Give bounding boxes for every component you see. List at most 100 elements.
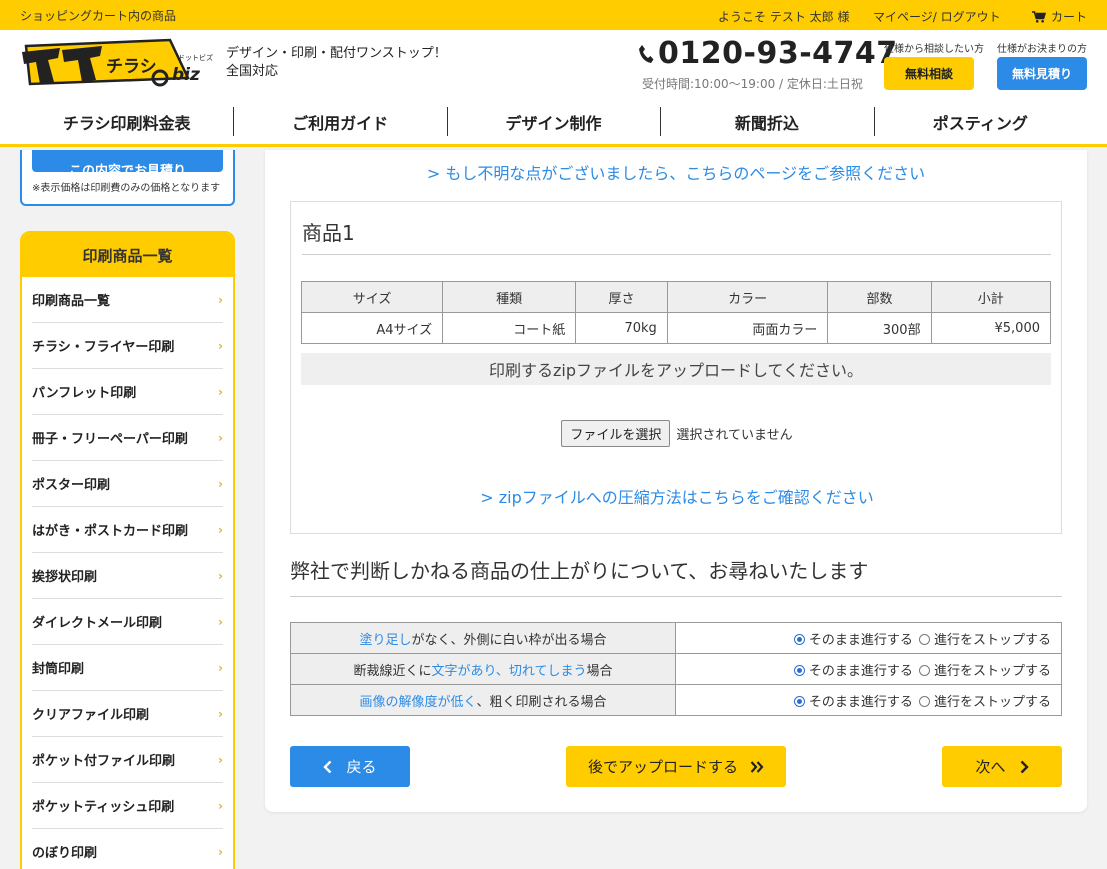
sidebar-item-flyer[interactable]: チラシ・フライヤー印刷 › [32, 323, 223, 369]
site-header: チラシ biz ドットビズ デザイン・印刷・配付ワンストップ！ 全国対応 012… [0, 30, 1107, 100]
chevron-right-icon: › [218, 660, 223, 675]
price-note: ※表示価格は印刷費のみの価格となります [32, 183, 221, 194]
chevron-right-icon: › [218, 798, 223, 813]
product-box: 商品1 サイズ 種類 厚さ カラー 部数 小計 A4サイズ コート紙 70kg … [290, 201, 1062, 534]
free-consult-button[interactable]: 無料相談 [884, 57, 974, 90]
main-content: > もし不明な点がございましたら、こちらのページをご参照ください 商品1 サイズ… [265, 150, 1087, 812]
svg-text:ドットビズ: ドットビズ [178, 53, 213, 62]
table-cell: 70kg [575, 312, 668, 344]
question-text: 画像の解像度が低く、粗く印刷される場合 [290, 684, 676, 716]
spec-table: サイズ 種類 厚さ カラー 部数 小計 A4サイズ コート紙 70kg 両面カラ… [300, 281, 1052, 344]
table-row: 塗り足しがなく、外側に白い枠が出る場合 そのまま進行する 進行をストップする [290, 622, 1062, 654]
question-text-post: 、粗く印刷される場合 [476, 694, 607, 710]
table-row: 断裁線近くに文字があり、切れてしまう場合 そのまま進行する 進行をストップする [290, 653, 1062, 685]
sidebar-item-label: 印刷商品一覧 [32, 294, 111, 309]
sidebar-item-clear-file[interactable]: クリアファイル印刷 › [32, 691, 223, 737]
chevron-right-icon: › [218, 384, 223, 399]
table-cell: A4サイズ [300, 312, 444, 344]
sidebar-item-postcard[interactable]: はがき・ポストカード印刷 › [32, 507, 223, 553]
nav-item-newspaper-insert[interactable]: 新聞折込 [660, 100, 873, 144]
sidebar-item-pocket-file[interactable]: ポケット付ファイル印刷 › [32, 737, 223, 783]
sidebar-estimate-box: この内容でお見積り ※表示価格は印刷費のみの価格となります [20, 150, 235, 206]
nav-item-design[interactable]: デザイン制作 [446, 100, 660, 144]
question-options: そのまま進行する 進行をストップする [675, 622, 1062, 654]
estimate-button[interactable]: この内容でお見積り [32, 150, 223, 172]
top-bar: ショッピングカート内の商品 ようこそ テスト 太郎 様 マイページ/ ログアウト… [0, 0, 1107, 30]
zip-guide-link[interactable]: > zipファイルへの圧縮方法はこちらをご確認ください [291, 484, 1063, 508]
nav-item-price-table[interactable]: チラシ印刷料金表 [20, 100, 233, 144]
sidebar-item-pamphlet[interactable]: パンフレット印刷 › [32, 369, 223, 415]
table-header-row: サイズ 種類 厚さ カラー 部数 小計 [300, 281, 1052, 313]
file-status: 選択されていません [676, 428, 793, 443]
question-options: そのまま進行する 進行をストップする [675, 653, 1062, 685]
cart-label: カート [1051, 10, 1088, 24]
chevron-right-icon: › [218, 614, 223, 629]
question-text: 塗り足しがなく、外側に白い枠が出る場合 [290, 622, 676, 654]
next-button-label: 次へ [975, 758, 1006, 776]
chevron-left-icon [323, 760, 332, 773]
sidebar-item-direct-mail[interactable]: ダイレクトメール印刷 › [32, 599, 223, 645]
sidebar-list: 印刷商品一覧 › チラシ・フライヤー印刷 › パンフレット印刷 › 冊子・フリーペーパ… [22, 277, 233, 869]
table-header-cell: 小計 [930, 281, 1052, 313]
question-text: 断裁線近くに文字があり、切れてしまう場合 [290, 653, 676, 685]
question-text-pre: 断裁線近くに [353, 663, 432, 679]
sidebar-item-banner-flag[interactable]: のぼり印刷 › [32, 829, 223, 869]
chevron-right-icon [1020, 760, 1029, 773]
divider [302, 254, 1051, 255]
chevron-right-icon: › [218, 476, 223, 491]
sidebar-item-all-products[interactable]: 印刷商品一覧 › [32, 277, 223, 323]
sidebar-item-label: ダイレクトメール印刷 [32, 616, 163, 631]
sidebar-heading: 印刷商品一覧 [22, 233, 233, 277]
question-highlight-link[interactable]: 画像の解像度が低く [359, 695, 476, 710]
sidebar-item-pocket-tissue[interactable]: ポケットティッシュ印刷 › [32, 783, 223, 829]
stop-label: 進行をストップする [933, 663, 1051, 679]
sidebar-item-envelope[interactable]: 封筒印刷 › [32, 645, 223, 691]
sidebar-item-booklet[interactable]: 冊子・フリーペーパー印刷 › [32, 415, 223, 461]
table-row: A4サイズ コート紙 70kg 両面カラー 300部 ¥5,000 [300, 312, 1052, 344]
nav-item-guide[interactable]: ご利用ガイド [233, 100, 446, 144]
table-cell: 300部 [827, 312, 932, 344]
next-button[interactable]: 次へ [942, 746, 1062, 787]
estimate-button-label: この内容でお見積り [68, 164, 186, 172]
sidebar-item-label: ポケット付ファイル印刷 [32, 754, 176, 769]
phone-number-text: 0120-93-4747 [658, 36, 898, 71]
sidebar-item-label: クリアファイル印刷 [32, 708, 150, 723]
chevron-right-icon: › [218, 706, 223, 721]
table-cell: 両面カラー [666, 312, 829, 344]
chevron-right-icon: › [218, 522, 223, 537]
help-page-link[interactable]: > もし不明な点がございましたら、こちらのページをご参照ください [265, 160, 1087, 184]
upload-later-button[interactable]: 後でアップロードする [566, 746, 786, 787]
file-input: ファイルを選択 選択されていません [291, 420, 1063, 447]
continue-radio[interactable] [793, 695, 805, 707]
sidebar-item-greeting-card[interactable]: 挨拶状印刷 › [32, 553, 223, 599]
phone-number[interactable]: 0120-93-4747 [638, 36, 898, 71]
question-text-post: 場合 [586, 663, 613, 679]
site-logo[interactable]: チラシ biz ドットビズ [20, 38, 218, 90]
continue-radio[interactable] [793, 664, 805, 676]
table-header-cell: サイズ [300, 281, 444, 313]
sidebar-item-label: チラシ・フライヤー印刷 [32, 340, 175, 355]
table-cell: ¥5,000 [930, 312, 1052, 344]
mypage-logout-link[interactable]: マイページ/ ログアウト [873, 8, 1001, 25]
upload-later-label: 後でアップロードする [587, 758, 738, 776]
back-button[interactable]: 戻る [290, 746, 410, 787]
question-highlight-link[interactable]: 塗り足し [359, 633, 411, 648]
continue-radio[interactable] [793, 633, 805, 645]
choose-file-button[interactable]: ファイルを選択 [561, 420, 671, 447]
phone-icon [639, 44, 654, 63]
question-highlight-link[interactable]: 文字があり、切れてしまう [431, 664, 586, 679]
sidebar-item-poster[interactable]: ポスター印刷 › [32, 461, 223, 507]
stop-label: 進行をストップする [933, 632, 1051, 648]
free-quote-button[interactable]: 無料見積り [997, 57, 1087, 90]
stop-radio[interactable] [918, 695, 930, 707]
double-chevron-right-icon [750, 760, 764, 773]
cart-items-link[interactable]: ショッピングカート内の商品 [20, 7, 176, 24]
finish-question-table: 塗り足しがなく、外側に白い枠が出る場合 そのまま進行する 進行をストップする 断… [290, 622, 1062, 716]
stop-radio[interactable] [918, 664, 930, 676]
table-header-cell: 部数 [827, 281, 932, 313]
nav-item-posting[interactable]: ポスティング [873, 100, 1087, 144]
cart-link[interactable]: カート [1032, 8, 1087, 25]
upload-instruction: 印刷するzipファイルをアップロードしてください。 [301, 353, 1051, 385]
stop-radio[interactable] [918, 633, 930, 645]
chevron-right-icon: › [218, 568, 223, 583]
